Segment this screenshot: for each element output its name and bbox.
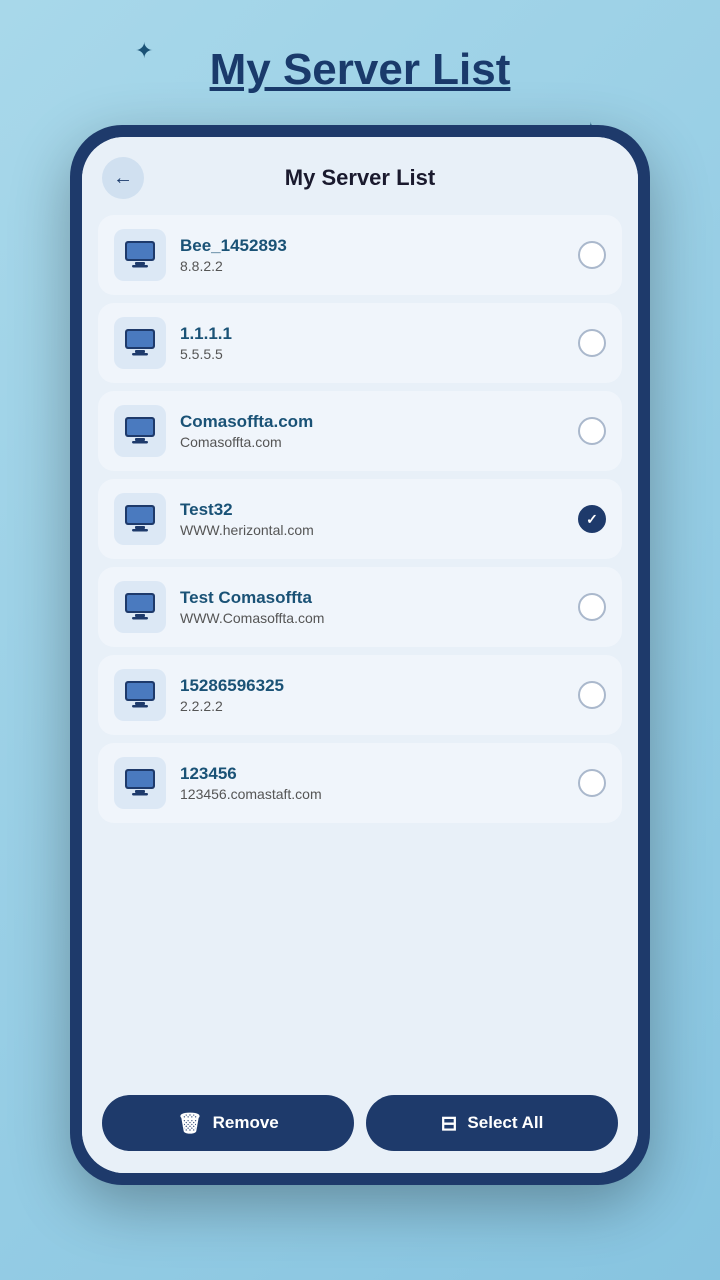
server-info-4: Test Comasoffta WWW.Comasoffta.com xyxy=(180,588,564,626)
radio-button-6[interactable] xyxy=(578,769,606,797)
server-icon-6 xyxy=(114,757,166,809)
server-name-5: 15286596325 xyxy=(180,676,564,696)
remove-label: Remove xyxy=(213,1113,279,1133)
server-ip-2: Comasoffta.com xyxy=(180,434,564,450)
server-ip-0: 8.8.2.2 xyxy=(180,258,564,274)
server-ip-4: WWW.Comasoffta.com xyxy=(180,610,564,626)
server-name-0: Bee_1452893 xyxy=(180,236,564,256)
server-info-6: 123456 123456.comastaft.com xyxy=(180,764,564,802)
server-icon-0 xyxy=(114,229,166,281)
server-icon-5 xyxy=(114,669,166,721)
server-item[interactable]: Comasoffta.com Comasoffta.com xyxy=(98,391,622,471)
server-icon-4 xyxy=(114,581,166,633)
server-name-2: Comasoffta.com xyxy=(180,412,564,432)
header-title: My Server List xyxy=(285,165,435,191)
server-ip-1: 5.5.5.5 xyxy=(180,346,564,362)
radio-button-5[interactable] xyxy=(578,681,606,709)
radio-button-4[interactable] xyxy=(578,593,606,621)
phone-frame: ← My Server List Bee_1452893 8.8.2.2 xyxy=(70,125,650,1185)
server-info-3: Test32 WWW.herizontal.com xyxy=(180,500,564,538)
server-item[interactable]: Bee_1452893 8.8.2.2 xyxy=(98,215,622,295)
server-item[interactable]: Test32 WWW.herizontal.com xyxy=(98,479,622,559)
phone-screen: ← My Server List Bee_1452893 8.8.2.2 xyxy=(82,137,638,1173)
server-info-0: Bee_1452893 8.8.2.2 xyxy=(180,236,564,274)
radio-button-3[interactable] xyxy=(578,505,606,533)
back-button[interactable]: ← xyxy=(102,157,144,199)
server-info-2: Comasoffta.com Comasoffta.com xyxy=(180,412,564,450)
server-ip-5: 2.2.2.2 xyxy=(180,698,564,714)
server-item[interactable]: 123456 123456.comastaft.com xyxy=(98,743,622,823)
star-decoration-1: ✦ xyxy=(135,38,153,64)
server-icon-2 xyxy=(114,405,166,457)
server-list: Bee_1452893 8.8.2.2 1.1.1.1 5.5.5.5 xyxy=(82,207,638,1081)
server-ip-3: WWW.herizontal.com xyxy=(180,522,564,538)
server-info-5: 15286596325 2.2.2.2 xyxy=(180,676,564,714)
remove-icon: 🗑 xyxy=(177,1111,202,1136)
server-name-3: Test32 xyxy=(180,500,564,520)
radio-button-2[interactable] xyxy=(578,417,606,445)
server-ip-6: 123456.comastaft.com xyxy=(180,786,564,802)
select-all-button[interactable]: ⊟ Select All xyxy=(366,1095,618,1151)
server-info-1: 1.1.1.1 5.5.5.5 xyxy=(180,324,564,362)
select-all-icon: ⊟ xyxy=(441,1111,458,1136)
server-icon-1 xyxy=(114,317,166,369)
server-name-6: 123456 xyxy=(180,764,564,784)
remove-button[interactable]: 🗑 Remove xyxy=(102,1095,354,1151)
server-item[interactable]: 15286596325 2.2.2.2 xyxy=(98,655,622,735)
page-title: My Server List xyxy=(210,45,511,95)
bottom-bar: 🗑 Remove ⊟ Select All xyxy=(82,1081,638,1173)
screen-header: ← My Server List xyxy=(82,137,638,207)
back-arrow-icon: ← xyxy=(113,167,133,190)
server-name-4: Test Comasoffta xyxy=(180,588,564,608)
server-icon-3 xyxy=(114,493,166,545)
radio-button-1[interactable] xyxy=(578,329,606,357)
server-item[interactable]: 1.1.1.1 5.5.5.5 xyxy=(98,303,622,383)
select-all-label: Select All xyxy=(467,1113,543,1133)
server-item[interactable]: Test Comasoffta WWW.Comasoffta.com xyxy=(98,567,622,647)
radio-button-0[interactable] xyxy=(578,241,606,269)
server-name-1: 1.1.1.1 xyxy=(180,324,564,344)
